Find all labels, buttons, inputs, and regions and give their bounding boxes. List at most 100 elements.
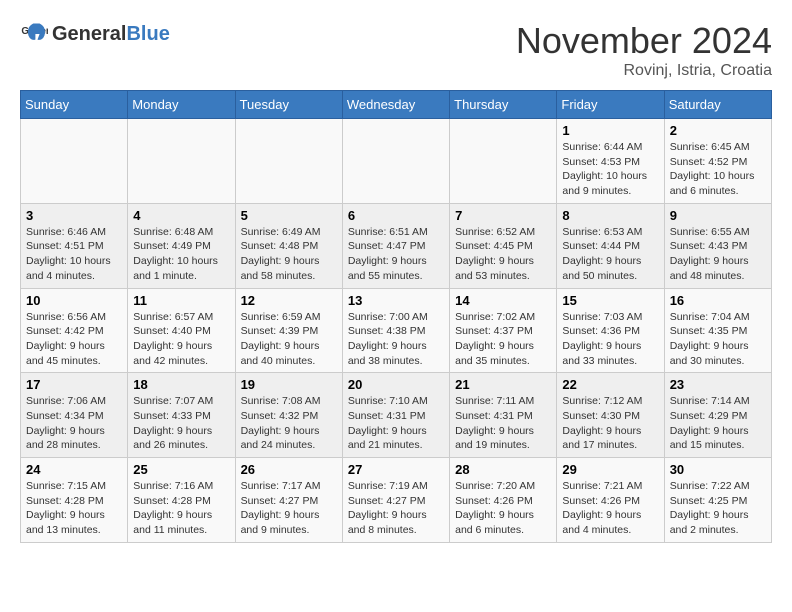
calendar-cell: [128, 119, 235, 204]
day-info: Sunrise: 6:49 AM Sunset: 4:48 PM Dayligh…: [241, 225, 337, 284]
day-info: Sunrise: 6:51 AM Sunset: 4:47 PM Dayligh…: [348, 225, 444, 284]
calendar-cell: 25 Sunrise: 7:16 AM Sunset: 4:28 PM Dayli…: [128, 458, 235, 543]
calendar-cell: 30 Sunrise: 7:22 AM Sunset: 4:25 PM Dayli…: [664, 458, 771, 543]
day-number: 29: [562, 462, 658, 477]
day-number: 20: [348, 377, 444, 392]
calendar-cell: [342, 119, 449, 204]
day-number: 9: [670, 208, 766, 223]
day-info: Sunrise: 7:02 AM Sunset: 4:37 PM Dayligh…: [455, 310, 551, 369]
day-number: 1: [562, 123, 658, 138]
calendar-cell: 7 Sunrise: 6:52 AM Sunset: 4:45 PM Daylig…: [450, 203, 557, 288]
day-number: 13: [348, 293, 444, 308]
calendar-cell: 23 Sunrise: 7:14 AM Sunset: 4:29 PM Dayli…: [664, 373, 771, 458]
day-info: Sunrise: 7:20 AM Sunset: 4:26 PM Dayligh…: [455, 479, 551, 538]
day-info: Sunrise: 7:17 AM Sunset: 4:27 PM Dayligh…: [241, 479, 337, 538]
day-number: 22: [562, 377, 658, 392]
calendar-cell: 27Sunrise: 7:19 AM Sunset: 4:27 PM Dayli…: [342, 458, 449, 543]
calendar-cell: 8Sunrise: 6:53 AM Sunset: 4:44 PM Daylig…: [557, 203, 664, 288]
day-info: Sunrise: 7:11 AM Sunset: 4:31 PM Dayligh…: [455, 394, 551, 453]
weekday-header-wednesday: Wednesday: [342, 91, 449, 119]
day-number: 23: [670, 377, 766, 392]
day-number: 3: [26, 208, 122, 223]
day-info: Sunrise: 7:12 AM Sunset: 4:30 PM Dayligh…: [562, 394, 658, 453]
calendar-cell: 3 Sunrise: 6:46 AM Sunset: 4:51 PM Daylig…: [21, 203, 128, 288]
calendar-cell: 19Sunrise: 7:08 AM Sunset: 4:32 PM Dayli…: [235, 373, 342, 458]
calendar-cell: 11 Sunrise: 6:57 AM Sunset: 4:40 PM Dayli…: [128, 288, 235, 373]
day-info: Sunrise: 6:45 AM Sunset: 4:52 PM Dayligh…: [670, 140, 766, 199]
day-info: Sunrise: 6:57 AM Sunset: 4:40 PM Dayligh…: [133, 310, 229, 369]
day-number: 10: [26, 293, 122, 308]
day-info: Sunrise: 6:46 AM Sunset: 4:51 PM Dayligh…: [26, 225, 122, 284]
day-info: Sunrise: 7:21 AM Sunset: 4:26 PM Dayligh…: [562, 479, 658, 538]
calendar-cell: 6 Sunrise: 6:51 AM Sunset: 4:47 PM Daylig…: [342, 203, 449, 288]
calendar-cell: 12Sunrise: 6:59 AM Sunset: 4:39 PM Dayli…: [235, 288, 342, 373]
day-number: 26: [241, 462, 337, 477]
day-number: 5: [241, 208, 337, 223]
calendar-cell: 18Sunrise: 7:07 AM Sunset: 4:33 PM Dayli…: [128, 373, 235, 458]
month-year-title: November 2024: [516, 20, 772, 62]
calendar-cell: 4 Sunrise: 6:48 AM Sunset: 4:49 PM Daylig…: [128, 203, 235, 288]
day-number: 11: [133, 293, 229, 308]
location-subtitle: Rovinj, Istria, Croatia: [516, 62, 772, 80]
day-number: 6: [348, 208, 444, 223]
day-number: 17: [26, 377, 122, 392]
day-number: 19: [241, 377, 337, 392]
week-row-2: 3 Sunrise: 6:46 AM Sunset: 4:51 PM Daylig…: [21, 203, 772, 288]
calendar-cell: 2Sunrise: 6:45 AM Sunset: 4:52 PM Daylig…: [664, 119, 771, 204]
calendar-cell: 22 Sunrise: 7:12 AM Sunset: 4:30 PM Dayli…: [557, 373, 664, 458]
logo-general-text: General: [52, 23, 126, 45]
logo-icon: General: [20, 20, 48, 48]
day-number: 16: [670, 293, 766, 308]
weekday-header-friday: Friday: [557, 91, 664, 119]
weekday-header-monday: Monday: [128, 91, 235, 119]
day-number: 24: [26, 462, 122, 477]
calendar-table: SundayMondayTuesdayWednesdayThursdayFrid…: [20, 90, 772, 543]
day-number: 27: [348, 462, 444, 477]
calendar-cell: 15Sunrise: 7:03 AM Sunset: 4:36 PM Dayli…: [557, 288, 664, 373]
day-info: Sunrise: 7:04 AM Sunset: 4:35 PM Dayligh…: [670, 310, 766, 369]
weekday-header-tuesday: Tuesday: [235, 91, 342, 119]
day-number: 14: [455, 293, 551, 308]
calendar-cell: 13Sunrise: 7:00 AM Sunset: 4:38 PM Dayli…: [342, 288, 449, 373]
calendar-cell: 29 Sunrise: 7:21 AM Sunset: 4:26 PM Dayli…: [557, 458, 664, 543]
week-row-3: 10Sunrise: 6:56 AM Sunset: 4:42 PM Dayli…: [21, 288, 772, 373]
calendar-cell: 5 Sunrise: 6:49 AM Sunset: 4:48 PM Daylig…: [235, 203, 342, 288]
day-number: 25: [133, 462, 229, 477]
calendar-cell: 17 Sunrise: 7:06 AM Sunset: 4:34 PM Dayli…: [21, 373, 128, 458]
week-row-1: 1 Sunrise: 6:44 AM Sunset: 4:53 PM Daylig…: [21, 119, 772, 204]
calendar-cell: 9 Sunrise: 6:55 AM Sunset: 4:43 PM Daylig…: [664, 203, 771, 288]
day-number: 18: [133, 377, 229, 392]
day-number: 4: [133, 208, 229, 223]
day-info: Sunrise: 6:44 AM Sunset: 4:53 PM Dayligh…: [562, 140, 658, 199]
day-info: Sunrise: 6:52 AM Sunset: 4:45 PM Dayligh…: [455, 225, 551, 284]
logo-blue-text: Blue: [126, 23, 169, 45]
week-row-5: 24Sunrise: 7:15 AM Sunset: 4:28 PM Dayli…: [21, 458, 772, 543]
calendar-cell: [450, 119, 557, 204]
calendar-cell: 24Sunrise: 7:15 AM Sunset: 4:28 PM Dayli…: [21, 458, 128, 543]
day-info: Sunrise: 6:48 AM Sunset: 4:49 PM Dayligh…: [133, 225, 229, 284]
day-info: Sunrise: 6:55 AM Sunset: 4:43 PM Dayligh…: [670, 225, 766, 284]
weekday-header-sunday: Sunday: [21, 91, 128, 119]
day-info: Sunrise: 7:06 AM Sunset: 4:34 PM Dayligh…: [26, 394, 122, 453]
calendar-cell: 26 Sunrise: 7:17 AM Sunset: 4:27 PM Dayli…: [235, 458, 342, 543]
day-info: Sunrise: 7:16 AM Sunset: 4:28 PM Dayligh…: [133, 479, 229, 538]
title-block: November 2024 Rovinj, Istria, Croatia: [516, 20, 772, 80]
calendar-cell: 14 Sunrise: 7:02 AM Sunset: 4:37 PM Dayli…: [450, 288, 557, 373]
day-number: 28: [455, 462, 551, 477]
calendar-cell: 16 Sunrise: 7:04 AM Sunset: 4:35 PM Dayli…: [664, 288, 771, 373]
calendar-cell: [21, 119, 128, 204]
day-info: Sunrise: 7:22 AM Sunset: 4:25 PM Dayligh…: [670, 479, 766, 538]
calendar-cell: 20Sunrise: 7:10 AM Sunset: 4:31 PM Dayli…: [342, 373, 449, 458]
day-number: 7: [455, 208, 551, 223]
calendar-cell: [235, 119, 342, 204]
page-header: General GeneralBlue November 2024 Rovinj…: [20, 20, 772, 80]
day-number: 12: [241, 293, 337, 308]
day-number: 30: [670, 462, 766, 477]
day-number: 21: [455, 377, 551, 392]
weekday-header-row: SundayMondayTuesdayWednesdayThursdayFrid…: [21, 91, 772, 119]
weekday-header-thursday: Thursday: [450, 91, 557, 119]
logo: General GeneralBlue: [20, 20, 170, 48]
day-info: Sunrise: 7:03 AM Sunset: 4:36 PM Dayligh…: [562, 310, 658, 369]
calendar-cell: 21 Sunrise: 7:11 AM Sunset: 4:31 PM Dayli…: [450, 373, 557, 458]
day-info: Sunrise: 7:14 AM Sunset: 4:29 PM Dayligh…: [670, 394, 766, 453]
